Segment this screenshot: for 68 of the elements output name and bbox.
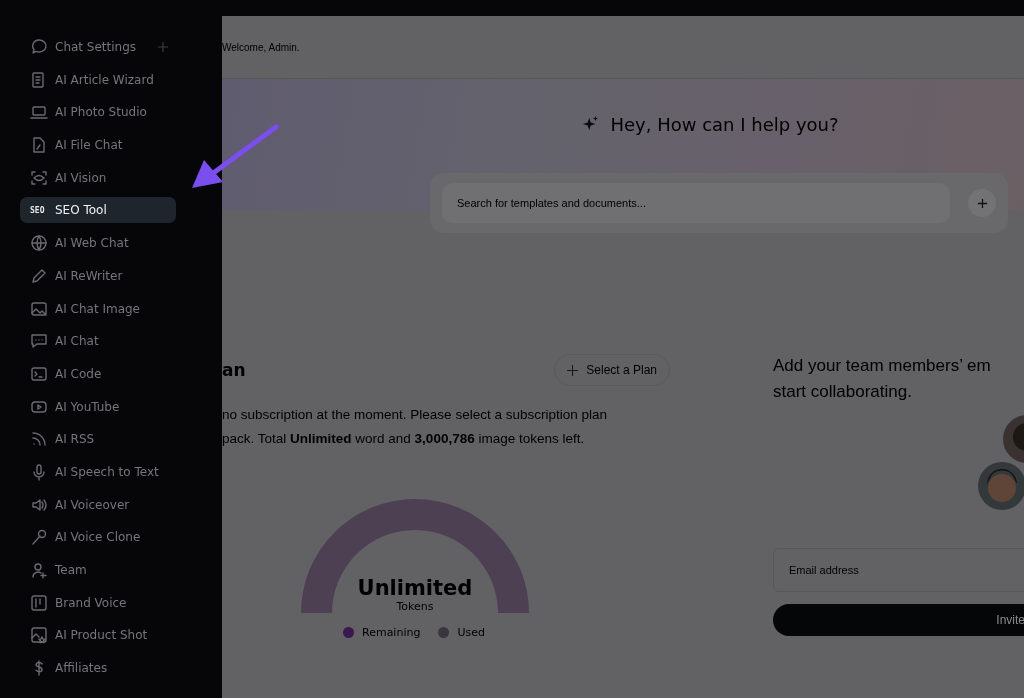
sidebar-label: AI Voiceover	[55, 497, 131, 512]
sidebar-item[interactable]: AI Web Chat	[20, 230, 176, 257]
sidebar-item[interactable]: AI YouTube	[20, 393, 176, 420]
sidebar-label: AI YouTube	[55, 399, 121, 414]
add-button[interactable]	[968, 189, 996, 217]
sidebar-item[interactable]: AI Product Shot	[20, 622, 176, 649]
gauge-unit: Tokens	[396, 600, 434, 613]
globe-icon	[30, 234, 48, 253]
sidebar-item[interactable]: Affiliates	[20, 655, 176, 682]
sidebar-item[interactable]: Brand Voice	[20, 589, 176, 616]
welcome-text: Welcome, Admin.	[222, 41, 300, 53]
sidebar-label: AI Web Chat	[55, 236, 130, 251]
sidebar-label: Team	[55, 563, 88, 577]
sidebar-label: Affiliates	[55, 661, 109, 676]
image-icon	[30, 299, 48, 318]
sidebar-item[interactable]: AI Vision	[20, 164, 176, 191]
gauge-value: Unlimited	[357, 576, 473, 600]
sidebar-item[interactable]: AI ReWriter	[20, 262, 176, 289]
sidebar-item[interactable]: Chat Settings	[20, 34, 176, 60]
file-icon	[30, 136, 48, 155]
sidebar-label: AI Chat	[55, 334, 100, 349]
sidebar-item[interactable]: AI Speech to Text	[20, 458, 176, 485]
sidebar-item[interactable]: AI File Chat	[20, 132, 176, 159]
sidebar-label: SEO Tool	[55, 203, 108, 218]
sidebar-item[interactable]: AI Chat	[20, 328, 176, 355]
search-field[interactable]: Search for templates and documents...	[442, 183, 950, 223]
eye-scan-icon	[30, 168, 48, 187]
invite-button[interactable]: Invite	[773, 604, 1024, 636]
sidebar-label: AI Product Shot	[55, 628, 149, 643]
plus-icon	[567, 364, 579, 376]
laptop-icon	[30, 103, 48, 122]
sidebar-label: AI Vision	[55, 170, 108, 185]
plan-description: pack. Total Unlimited word and 3,000,786 image tokens left.	[222, 430, 586, 448]
sidebar-item[interactable]: AI Photo Studio	[20, 99, 176, 126]
team-heading: Add your team members’ em	[773, 355, 992, 377]
sidebar-item[interactable]: AI Voice Clone	[20, 524, 176, 551]
sidebar-label: AI ReWriter	[55, 268, 124, 283]
rss-icon	[30, 430, 48, 449]
user-add-icon	[30, 561, 48, 579]
terminal-icon	[30, 364, 48, 383]
sidebar-item[interactable]: SEO SEO Tool	[20, 197, 176, 224]
chat-bubble-icon	[30, 38, 48, 56]
sidebar-label: AI Code	[55, 366, 103, 381]
plus-icon	[976, 197, 988, 209]
sidebar-item[interactable]: AI Code	[20, 360, 176, 387]
email-field[interactable]: Email address	[773, 548, 1024, 592]
hero-title: Hey, How can I help you?	[610, 113, 839, 135]
board-icon	[30, 593, 48, 612]
sidebar-item[interactable]: AI Chat Image	[20, 295, 176, 322]
sidebar-label: AI RSS	[55, 432, 96, 447]
plan-heading: an	[222, 360, 246, 380]
sidebar-label: AI Chat Image	[55, 301, 141, 316]
sidebar-item[interactable]: AI Voiceover	[20, 491, 176, 518]
sidebar-label: AI File Chat	[55, 138, 124, 153]
sidebar-label: AI Speech to Text	[55, 464, 160, 479]
legend-label: Used	[457, 626, 485, 639]
legend-label: Remaining	[362, 626, 421, 639]
sidebar-label: AI Photo Studio	[55, 105, 148, 120]
sidebar-label: AI Article Wizard	[55, 72, 155, 87]
sidebar-item[interactable]: AI Article Wizard	[20, 66, 176, 93]
sidebar-label: Brand Voice	[55, 595, 128, 610]
sidebar-label: Chat Settings	[55, 40, 138, 54]
sidebar-item[interactable]: Team	[20, 557, 176, 583]
plan-description: no subscription at the moment. Please select a subscription plan	[222, 406, 608, 424]
seo-icon: SEO	[30, 205, 48, 215]
sidebar-item[interactable]: AI RSS	[20, 426, 176, 453]
sidebar-label: AI Voice Clone	[55, 530, 142, 545]
team-heading: start collaborating.	[773, 381, 913, 403]
